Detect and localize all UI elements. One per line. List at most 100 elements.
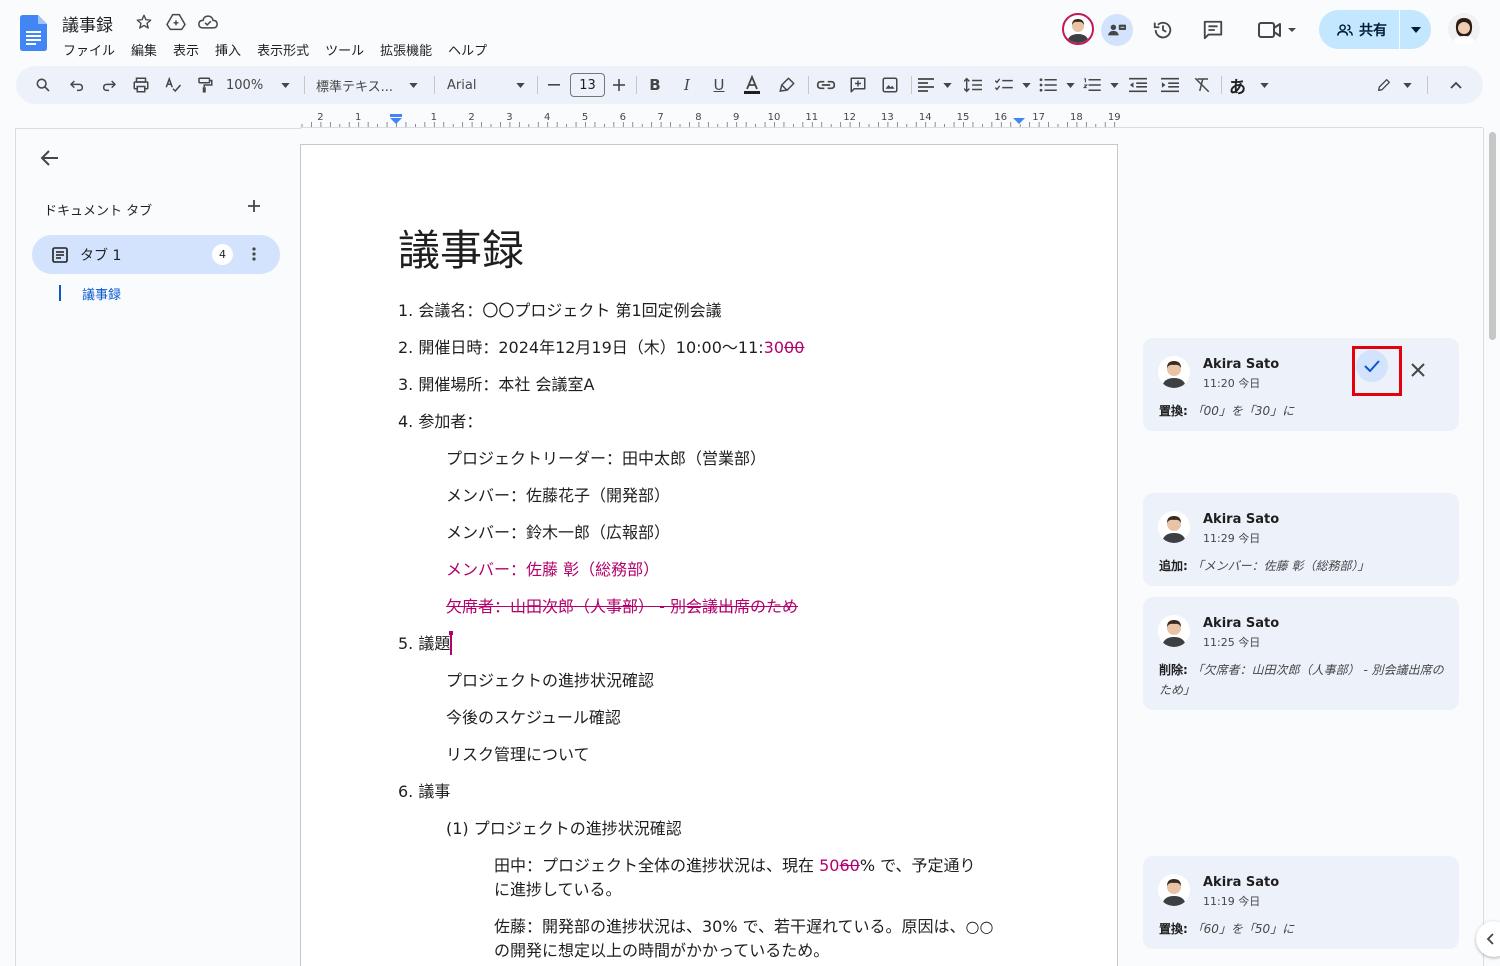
back-arrow-icon[interactable] (38, 146, 62, 170)
chevron-down-icon (1110, 82, 1119, 88)
suggestion-card-3[interactable]: Akira Sato 11:25 今日 削除: 「欠席者：山田次郎（人事部） -… (1143, 597, 1459, 710)
spellcheck-icon[interactable] (162, 73, 184, 97)
menu-format[interactable]: 表示形式 (250, 38, 316, 61)
history-icon[interactable] (1149, 16, 1177, 44)
right-indent-marker[interactable] (1013, 118, 1025, 124)
insert-image-icon[interactable] (879, 73, 901, 97)
increase-indent-icon[interactable] (1159, 73, 1181, 97)
suggestion-body: 置換: 「60」を「50」に (1159, 919, 1444, 939)
suggestion-count-badge: 4 (212, 244, 233, 265)
add-comment-icon[interactable] (847, 73, 869, 97)
undo-icon[interactable] (66, 73, 88, 97)
suggested-insertion-attendee[interactable]: メンバー：佐藤 彰（総務部） (446, 556, 659, 580)
menu-extensions[interactable]: 拡張機能 (373, 38, 439, 61)
underline-icon[interactable]: U (709, 73, 729, 97)
bold-icon[interactable]: B (645, 73, 665, 97)
star-icon[interactable] (133, 11, 155, 33)
collaborator-avatar[interactable] (1062, 13, 1094, 45)
decrease-font-size-icon[interactable] (546, 73, 562, 97)
proceedings-para-1-line-1: 田中：プロジェクト全体の進捗状況は、現在 5060% で、予定通り (494, 852, 975, 876)
share-label: 共有 (1359, 22, 1387, 39)
redo-icon[interactable] (98, 73, 120, 97)
share-button[interactable]: 共有 (1319, 10, 1431, 49)
print-icon[interactable] (130, 73, 152, 97)
suggested-insertion-progress[interactable]: 50 (819, 856, 839, 875)
editing-mode-select[interactable] (1376, 73, 1412, 97)
font-size-input[interactable]: 13 (570, 73, 605, 97)
attendee-member-1: メンバー：佐藤花子（開発部） (446, 486, 671, 505)
insert-link-icon[interactable] (815, 73, 837, 97)
author-avatar (1158, 356, 1190, 388)
suggestion-card-1[interactable]: Akira Sato 11:20 今日 置換: 「00」を「30」に (1143, 338, 1459, 431)
align-left-icon (918, 78, 934, 92)
user-avatar[interactable] (1448, 13, 1480, 45)
para-text: 田中：プロジェクト全体の進捗状況は、現在 (494, 856, 820, 875)
zoom-select[interactable]: 100% (226, 73, 290, 97)
docs-logo-icon[interactable] (20, 15, 47, 51)
outline-heading-link[interactable]: 議事録 (82, 284, 121, 303)
left-indent-marker[interactable] (390, 118, 402, 124)
tab-label: タブ 1 (80, 248, 122, 264)
italic-icon[interactable]: I (677, 73, 697, 97)
highlight-color-icon[interactable] (776, 73, 798, 97)
text-color-icon[interactable] (741, 73, 763, 97)
suggestion-text: 「欠席者：山田次郎（人事部） - 別会議出席のため」 (1159, 663, 1444, 697)
presence-chat-icon[interactable] (1101, 14, 1133, 46)
menu-tools[interactable]: ツール (318, 38, 371, 61)
font-select[interactable]: Arial (447, 73, 525, 97)
menu-file[interactable]: ファイル (56, 38, 122, 61)
clear-formatting-icon[interactable] (1191, 73, 1213, 97)
suggestion-card-4[interactable]: Akira Sato 11:19 今日 置換: 「60」を「50」に (1143, 856, 1459, 949)
style-select[interactable]: 標準テキス... (316, 73, 418, 97)
search-menus-icon[interactable] (32, 73, 54, 97)
ruler-label: 8 (695, 112, 701, 123)
suggestion-text: 「60」を「50」に (1191, 922, 1295, 936)
bulleted-list-select[interactable] (1039, 73, 1075, 97)
line-spacing-icon[interactable] (962, 73, 984, 97)
suggested-deletion-progress[interactable]: 60 (839, 856, 859, 875)
horizontal-ruler[interactable]: 2 1 1 2 3 4 5 6 7 8 9 10 11 12 13 14 15 16 17 18 19 (300, 110, 1120, 128)
chevron-down-icon (516, 82, 525, 88)
add-tab-icon[interactable] (244, 196, 264, 216)
suggestion-text: 「メンバー：佐藤 彰（総務部）」 (1191, 559, 1370, 573)
decrease-indent-icon[interactable] (1127, 73, 1149, 97)
doc-heading: 議事録 (398, 226, 525, 275)
numbered-list-select[interactable] (1083, 73, 1119, 97)
cloud-saved-icon[interactable] (197, 11, 219, 33)
show-side-panel-button[interactable] (1476, 921, 1500, 957)
agenda-item-2: 今後のスケジュール確認 (446, 708, 621, 727)
move-to-drive-icon[interactable] (165, 11, 187, 33)
menu-bar: ファイル 編集 表示 挿入 表示形式 ツール 拡張機能 ヘルプ (56, 38, 494, 61)
item-meeting-place: 3. 開催場所：本社 会議室A (398, 375, 595, 394)
document-title[interactable]: 議事録 (62, 11, 113, 36)
suggested-deletion-absentee[interactable]: 欠席者：山田次郎（人事部） - 別会議出席のため (446, 593, 798, 617)
tab-1[interactable]: タブ 1 4 (32, 235, 280, 274)
paint-format-icon[interactable] (194, 73, 216, 97)
comment-icon[interactable] (1199, 16, 1227, 44)
scrollbar-thumb[interactable] (1489, 132, 1496, 340)
menu-edit[interactable]: 編集 (124, 38, 164, 61)
chevron-down-icon (409, 82, 418, 88)
suggested-deletion[interactable]: 00 (784, 338, 804, 357)
checklist-select[interactable] (995, 73, 1031, 97)
meet-icon[interactable] (1254, 16, 1300, 44)
suggestion-body: 削除: 「欠席者：山田次郎（人事部） - 別会議出席のため」 (1159, 660, 1444, 700)
reject-suggestion-button[interactable] (1406, 358, 1430, 382)
ruler-label: 2 (468, 112, 474, 123)
menu-insert[interactable]: 挿入 (208, 38, 248, 61)
increase-font-size-icon[interactable] (611, 73, 627, 97)
ruler-label: 18 (1070, 112, 1083, 123)
hide-menus-chevron-up-icon[interactable] (1446, 73, 1466, 97)
share-dropdown-icon[interactable] (1400, 26, 1431, 33)
menu-help[interactable]: ヘルプ (441, 38, 494, 61)
input-tools-select[interactable]: あ (1229, 73, 1269, 98)
suggested-insertion[interactable]: 30 (764, 338, 784, 357)
agenda-label: 5. 議題 (398, 634, 451, 653)
align-select[interactable] (918, 73, 952, 97)
more-vert-icon[interactable] (244, 244, 264, 264)
document-page[interactable]: 議事録 1. 会議名：〇〇プロジェクト 第1回定例会議 2. 開催日時：2024… (300, 144, 1118, 966)
first-line-indent-marker[interactable] (390, 114, 402, 117)
item-attendees: 4. 参加者： (398, 412, 483, 431)
suggestion-card-2[interactable]: Akira Sato 11:29 今日 追加: 「メンバー：佐藤 彰（総務部）」 (1143, 493, 1459, 586)
menu-view[interactable]: 表示 (166, 38, 206, 61)
